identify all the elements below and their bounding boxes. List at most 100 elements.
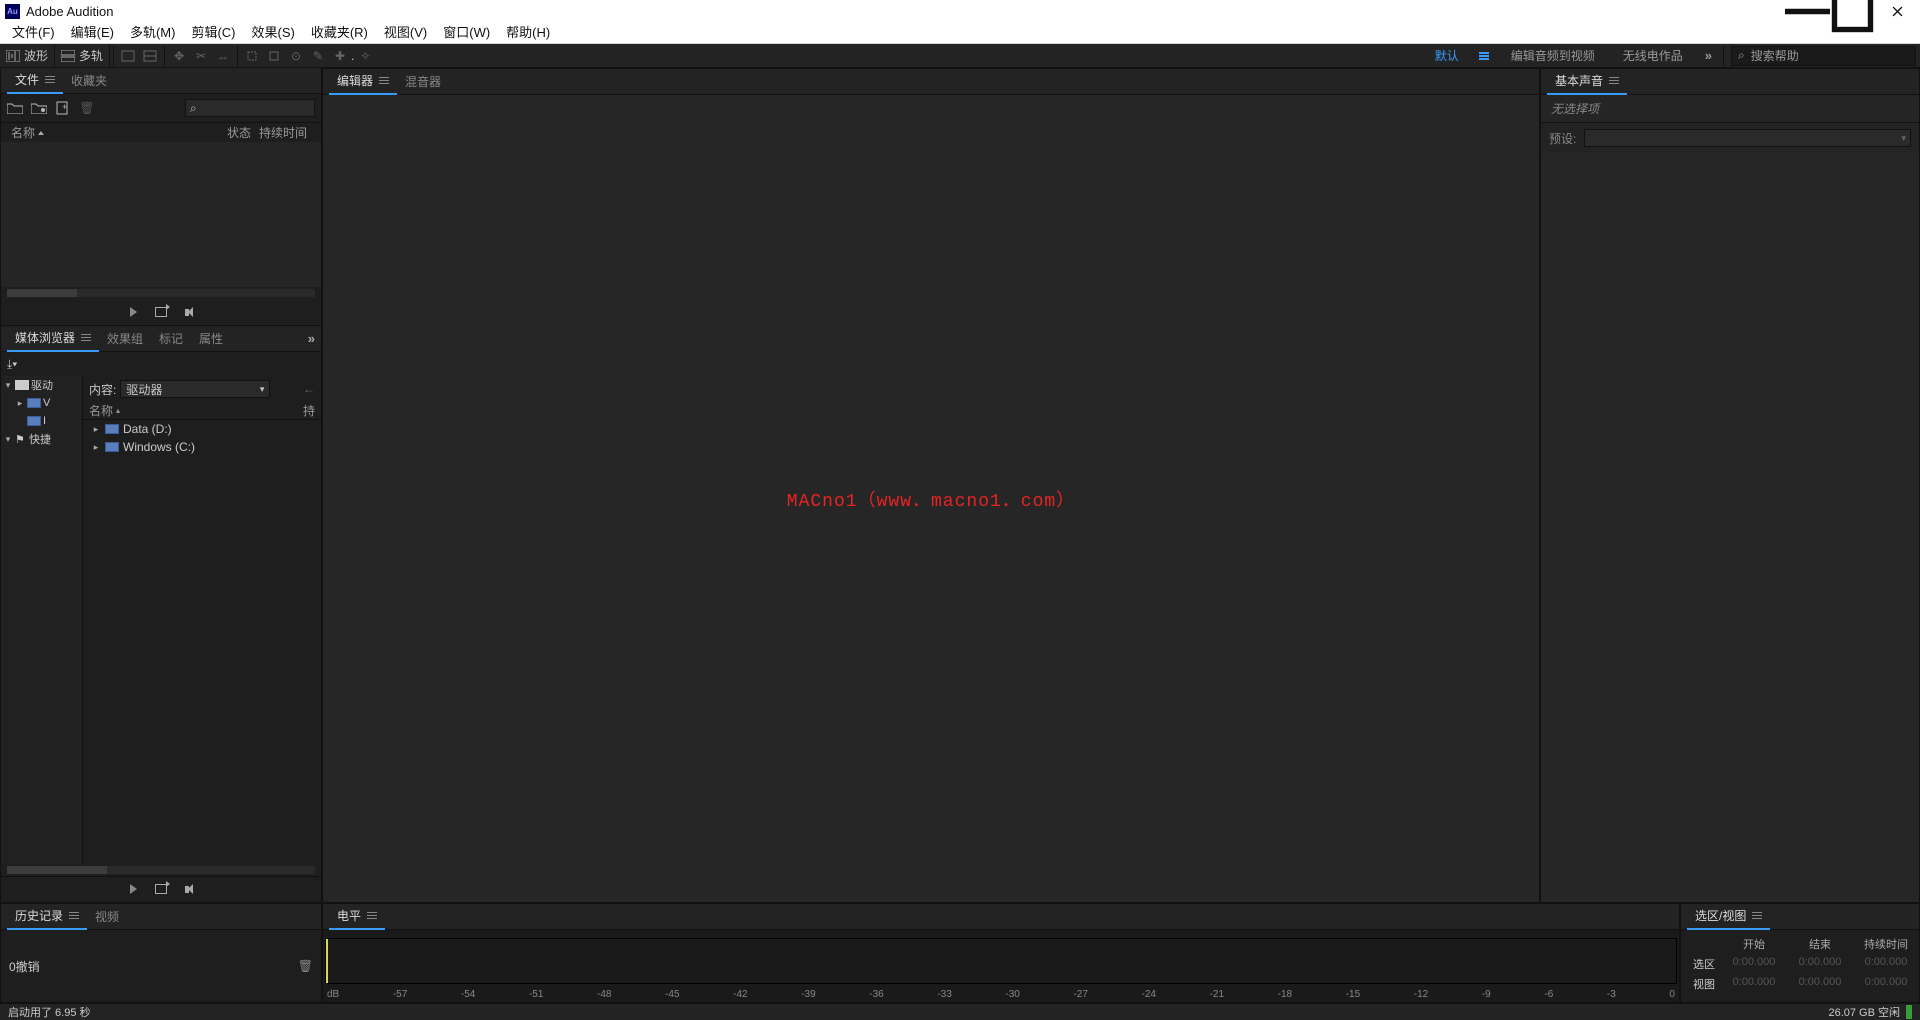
menu-window[interactable]: 窗口(W) — [435, 22, 498, 44]
close-button[interactable] — [1875, 0, 1920, 22]
loop-icon[interactable] — [185, 884, 193, 894]
hud-toggle-icon[interactable] — [120, 48, 136, 64]
lasso-tool-icon[interactable]: ⊙ — [288, 48, 304, 64]
menu-edit[interactable]: 编辑(E) — [63, 22, 122, 44]
menu-help[interactable]: 帮助(H) — [498, 22, 558, 44]
workspace-radio[interactable]: 无线电作品 — [1609, 44, 1697, 68]
new-file-icon[interactable]: + — [55, 100, 71, 116]
menu-clip[interactable]: 剪辑(C) — [183, 22, 243, 44]
panel-menu-icon[interactable] — [379, 77, 389, 85]
workspace-default[interactable]: 默认 — [1421, 44, 1473, 68]
tab-video[interactable]: 视频 — [87, 904, 127, 930]
play-icon[interactable] — [130, 884, 137, 894]
selection-tabs: 选区/视图 — [1681, 904, 1919, 930]
tab-properties[interactable]: 属性 — [191, 326, 231, 352]
view-duration[interactable]: 0:00.000 — [1853, 974, 1919, 994]
tab-media-browser[interactable]: 媒体浏览器 — [7, 326, 99, 352]
help-search-box[interactable]: ⌕ 搜索帮助 — [1731, 46, 1916, 66]
panel-menu-icon[interactable] — [69, 912, 79, 920]
panel-menu-icon[interactable] — [367, 912, 377, 920]
tab-level[interactable]: 电平 — [329, 904, 385, 930]
media-browser-hscroll[interactable] — [7, 866, 315, 874]
menu-view[interactable]: 视图(V) — [376, 22, 435, 44]
waveform-view-button[interactable]: 波形 — [0, 44, 55, 68]
slip-tool-icon[interactable]: ↔ — [215, 48, 231, 64]
tree-node-drives[interactable]: ▾驱动 — [1, 376, 82, 394]
minimize-button[interactable] — [1785, 0, 1830, 22]
open-folder-icon[interactable] — [7, 100, 23, 116]
preset-label: 预设: — [1549, 130, 1576, 147]
spectral-pitch-icon[interactable] — [142, 48, 158, 64]
razor-tool-icon[interactable]: ✂ — [193, 48, 209, 64]
shortcut-icon[interactable]: ⤓▾ — [7, 357, 17, 372]
tabs-overflow[interactable]: » — [308, 331, 315, 346]
panel-menu-icon[interactable] — [81, 334, 91, 342]
history-panel: 历史记录 视频 0撤销 🗑 — [0, 903, 322, 1003]
back-arrow-icon[interactable]: ← — [303, 382, 315, 396]
loop-preview-icon[interactable] — [185, 307, 193, 317]
menu-effects[interactable]: 效果(S) — [244, 22, 303, 44]
tree-node-drive-i[interactable]: I — [1, 412, 82, 430]
tab-selection-view[interactable]: 选区/视图 — [1687, 904, 1770, 930]
workspace-overflow[interactable]: » — [1697, 48, 1720, 63]
trash-icon[interactable]: 🗑 — [298, 959, 313, 973]
content-dropdown[interactable]: 驱动器▾ — [120, 380, 270, 398]
panel-menu-icon[interactable] — [1752, 912, 1762, 920]
col-duration[interactable]: 持续时间 — [255, 124, 315, 141]
menu-multitrack[interactable]: 多轨(M) — [122, 22, 184, 44]
media-browser-panel: 媒体浏览器 效果组 标记 属性 » ⤓▾ ▾驱动 ▸V I ▾⚑快捷 内容: 驱… — [0, 326, 322, 903]
history-tabs: 历史记录 视频 — [1, 904, 321, 930]
tab-editor[interactable]: 编辑器 — [329, 69, 397, 95]
tree-node-shortcuts[interactable]: ▾⚑快捷 — [1, 430, 82, 448]
list-item[interactable]: ▸Windows (C:) — [83, 438, 321, 456]
selection-end[interactable]: 0:00.000 — [1787, 954, 1853, 974]
trash-icon[interactable]: 🗑 — [79, 100, 95, 116]
tab-history[interactable]: 历史记录 — [7, 904, 87, 930]
auto-play-icon[interactable] — [155, 307, 167, 317]
spot-heal-tool-icon[interactable]: ✧ — [357, 48, 373, 64]
files-hscroll[interactable] — [7, 289, 315, 297]
panel-menu-icon[interactable] — [1609, 77, 1619, 85]
selection-start[interactable]: 0:00.000 — [1721, 954, 1787, 974]
waveform-icon — [6, 50, 20, 62]
move-tool-icon[interactable]: ✥ — [171, 48, 187, 64]
search-icon: ⌕ — [1738, 48, 1745, 63]
waveform-label: 波形 — [24, 47, 48, 64]
tab-favorites[interactable]: 收藏夹 — [63, 68, 115, 94]
tab-files[interactable]: 文件 — [7, 68, 63, 94]
level-tick-label: -57 — [393, 989, 407, 1000]
heal-tool-icon[interactable]: ✚ — [332, 48, 348, 64]
panel-menu-icon[interactable] — [45, 67, 55, 93]
col-name[interactable]: 名称▴ — [89, 402, 303, 419]
menu-file[interactable]: 文件(F) — [4, 22, 63, 44]
selection-duration[interactable]: 0:00.000 — [1853, 954, 1919, 974]
drive-icon — [105, 424, 119, 434]
main-toolbar: 波形 多轨 ✥ ✂ ↔ ⊙ ✎ ✚ .✧ 默认 编辑音频到视频 无线电作品 » … — [0, 44, 1920, 68]
content-label: 内容: — [89, 381, 116, 398]
tab-mixer[interactable]: 混音器 — [397, 69, 449, 95]
menu-favorites[interactable]: 收藏夹(R) — [303, 22, 376, 44]
col-status[interactable]: 状态 — [223, 124, 255, 141]
play-icon[interactable] — [130, 307, 137, 317]
tab-effects-rack[interactable]: 效果组 — [99, 326, 151, 352]
tab-markers[interactable]: 标记 — [151, 326, 191, 352]
preset-dropdown[interactable]: ▾ — [1584, 129, 1911, 147]
tree-node-drive-v[interactable]: ▸V — [1, 394, 82, 412]
files-search-box[interactable]: ⌕ — [185, 99, 315, 117]
record-folder-icon[interactable] — [31, 100, 47, 116]
col-duration[interactable]: 持 — [303, 402, 315, 419]
workspace-default-menu[interactable] — [1473, 44, 1497, 68]
multitrack-view-button[interactable]: 多轨 — [55, 44, 110, 68]
tab-essential-sound[interactable]: 基本声音 — [1547, 69, 1627, 95]
auto-play-icon[interactable] — [155, 884, 167, 894]
marquee-tool-icon[interactable] — [266, 48, 282, 64]
col-name[interactable]: 名称 — [7, 124, 223, 141]
view-end[interactable]: 0:00.000 — [1787, 974, 1853, 994]
workspace-edit-video[interactable]: 编辑音频到视频 — [1497, 44, 1609, 68]
list-item[interactable]: ▸Data (D:) — [83, 420, 321, 438]
brush-tool-icon[interactable]: ✎ — [310, 48, 326, 64]
maximize-button[interactable] — [1830, 0, 1875, 22]
view-start[interactable]: 0:00.000 — [1721, 974, 1787, 994]
level-indicator — [326, 939, 328, 983]
time-select-tool-icon[interactable] — [244, 48, 260, 64]
